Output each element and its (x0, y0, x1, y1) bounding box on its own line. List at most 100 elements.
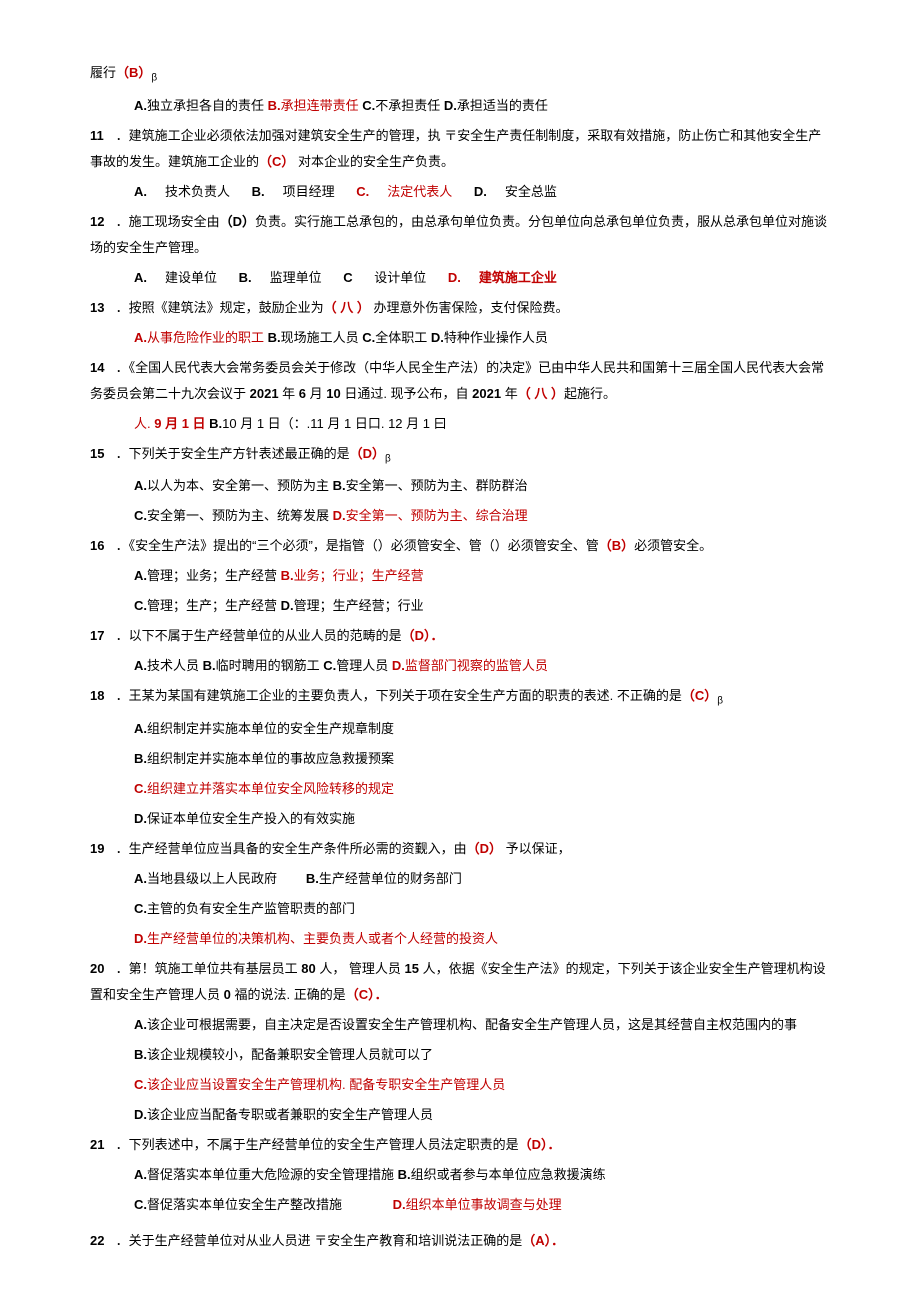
opt-c: 全体职工 (375, 330, 431, 345)
q17-options: A.技术人员 B.临时聘用的钢筋工 C.管理人员 D.监督部门视察的监管人员 (90, 653, 830, 679)
q22-num: 22 (90, 1228, 112, 1254)
opt-c: 管理；生产；生产经营 (147, 598, 281, 613)
opt-a: 督促落实本单位重大危险源的安全管理措施 (147, 1167, 398, 1182)
q22-text1: ．关于生产经营单位对从业人员进 〒安全生产教育和培训说法正确的是 (112, 1233, 522, 1248)
opt-d-label: D. (134, 931, 147, 946)
q18-num: 18 (90, 683, 112, 709)
q15-text1: ．下列关于安全生产方针表述最正确的是 (112, 446, 350, 461)
q21-opts-1: A.督促落实本单位重大危险源的安全管理措施 B.组织或者参与本单位应急救援演练 (90, 1162, 830, 1188)
q18-opt-a: A.组织制定并实施本单位的安全生产规章制度 (90, 716, 830, 742)
q18-opt-c: C.组织建立并落实本单位安全风险转移的规定 (90, 776, 830, 802)
opt-b: 业务；行业；生产经营 (294, 568, 424, 583)
q12-options: A.建设单位 B.监理单位 C 设计单位 D.建筑施工企业 (90, 265, 830, 291)
q20-b2: 15 (405, 961, 419, 976)
opt-d-label: D. (333, 508, 346, 523)
opt-b-label: B. (134, 751, 147, 766)
q14-b2: 6 (299, 386, 306, 401)
q19-answer: （D） (467, 841, 502, 856)
opt-c-label: C. (356, 184, 369, 199)
frag-answer: （B） (116, 65, 151, 80)
q13-num: 13 (90, 295, 112, 321)
opt-a-label: A. (134, 658, 147, 673)
opt-a-label: A. (134, 1167, 147, 1182)
opt-d: 生产经营单位的决策机构、主要负责人或者个人经营的投资人 (147, 931, 498, 946)
opt-b: 组织或者参与本单位应急救援演练 (411, 1167, 606, 1182)
q22-answer: （A）． (522, 1233, 564, 1248)
opt-b: 组织制定并实施本单位的事故应急救援预案 (147, 751, 394, 766)
q16-num: 16 (90, 533, 112, 559)
q16-options-2: C.管理；生产；生产经营 D.管理；生产经营；行业 (90, 593, 830, 619)
q11-text2: 对本企业的安全生产负责。 (294, 154, 454, 169)
opt-a-label: A. (134, 330, 147, 345)
q15-options-2: C.安全第一、预防为主、统筹发展 D.安全第一、预防为主、综合治理 (90, 503, 830, 529)
opt-c-label: C. (134, 508, 147, 523)
opt-c-label: C. (362, 330, 375, 345)
opt-b: 安全第一、预防为主、群防群治 (346, 478, 528, 493)
opt-d: 监督部门视察的监管人员 (405, 658, 548, 673)
opt-b-label: B. (203, 658, 216, 673)
opt-a: 从事危险作业的职工 (147, 330, 268, 345)
q12-text1: ．施工现场安全由 (112, 214, 220, 229)
opt-c: 督促落实本单位安全生产整改措施 (147, 1197, 342, 1212)
opt-a-label: A. (134, 478, 147, 493)
q19-text1: ．生产经营单位应当具备的安全生产条件所必需的资觐入，由 (112, 841, 467, 856)
question-20: 20 ．第！筑施工单位共有基层员工 80 人， 管理人员 15 人，依据《安全生… (90, 956, 830, 1008)
opt-d-label: D. (448, 270, 461, 285)
opt-a: 管理；业务；生产经营 (147, 568, 281, 583)
q21-text1: ．下列表述中，不属于生产经营单位的安全生产管理人员法定职责的是 (112, 1137, 519, 1152)
opt-c-label: C. (134, 1197, 147, 1212)
q20-opt-c: C.该企业应当设置安全生产管理机构. 配备专职安全生产管理人员 (90, 1072, 830, 1098)
opt-d-label: D. (392, 658, 405, 673)
opt-a: 组织制定并实施本单位的安全生产规章制度 (147, 721, 394, 736)
opt-b: 10 月 1 日（：.11 月 1 日口. 12 月 1 曰 (222, 416, 446, 431)
q18-answer: （C） (682, 688, 717, 703)
q17-text1: ．以下不属于生产经营单位的从业人员的范畴的是 (112, 628, 402, 643)
opt-a: 技术负责人 (165, 184, 230, 199)
opt-a-label: A. (134, 184, 147, 199)
q14-answer: （ 八 ） (518, 386, 564, 401)
q11-num: 11 (90, 123, 112, 149)
opt-c-label: C. (362, 98, 375, 113)
opt-b-label: B. (306, 871, 319, 886)
q13-answer: （ 八 ） (324, 300, 370, 315)
question-11: 11 ．建筑施工企业必须依法加强对建筑安全生产的管理，执 〒安全生产责任制制度，… (90, 123, 830, 175)
frag-sub: β (151, 73, 157, 84)
opt-a-label: A. (134, 721, 147, 736)
q13-options: A.从事危险作业的职工 B.现场施工人员 C.全体职工 D.特种作业操作人员 (90, 325, 830, 351)
opt-a: 以人为本、安全第一、预防为主 (147, 478, 333, 493)
frag-text: 履行 (90, 65, 116, 80)
opt-d: 安全总监 (505, 184, 557, 199)
opt-d: 承担适当的责任 (457, 98, 548, 113)
opt-d-label: D. (431, 330, 444, 345)
question-18: 18 ．王某为某国有建筑施工企业的主要负责人，下列关于项在安全生产方面的职责的表… (90, 683, 830, 712)
opt-d: 管理；生产经营；行业 (294, 598, 424, 613)
opt-c-label: C. (323, 658, 336, 673)
opt-a-label: A. (134, 1017, 147, 1032)
q18-opt-b: B.组织制定并实施本单位的事故应急救援预案 (90, 746, 830, 772)
q14-b1: 2021 (250, 386, 279, 401)
opt-a: 当地县级以上人民政府 (147, 871, 277, 886)
q14-num: 14 (90, 355, 112, 381)
q14-b3: 10 (326, 386, 340, 401)
q16-answer: （B） (599, 538, 634, 553)
q14-b4: 2021 (472, 386, 501, 401)
opt-d-label: D. (444, 98, 457, 113)
opt-d-label: D. (134, 1107, 147, 1122)
opt-b-label: B. (281, 568, 294, 583)
opt-c-label: C (343, 270, 352, 285)
opt-b-label: B. (333, 478, 346, 493)
question-21: 21 ．下列表述中，不属于生产经营单位的安全生产管理人员法定职责的是（D）． (90, 1132, 830, 1158)
opt-b-label: B. (252, 184, 265, 199)
opt-c-label: C. (134, 1077, 147, 1092)
q20-text1: ．第！筑施工单位共有基层员工 (112, 961, 301, 976)
q19-text2: 予以保证， (502, 841, 571, 856)
opt-b-label: B. (239, 270, 252, 285)
opt-d-label: D. (474, 184, 487, 199)
opt-b-label: B. (268, 330, 281, 345)
opt-c: 法定代表人 (387, 184, 452, 199)
q15-num: 15 (90, 441, 112, 467)
opt-d: 安全第一、预防为主、综合治理 (346, 508, 528, 523)
opt-a: 独立承担各自的责任 (147, 98, 268, 113)
opt-c: 管理人员 (336, 658, 392, 673)
opt-a: 9 月 1 日 (154, 416, 209, 431)
